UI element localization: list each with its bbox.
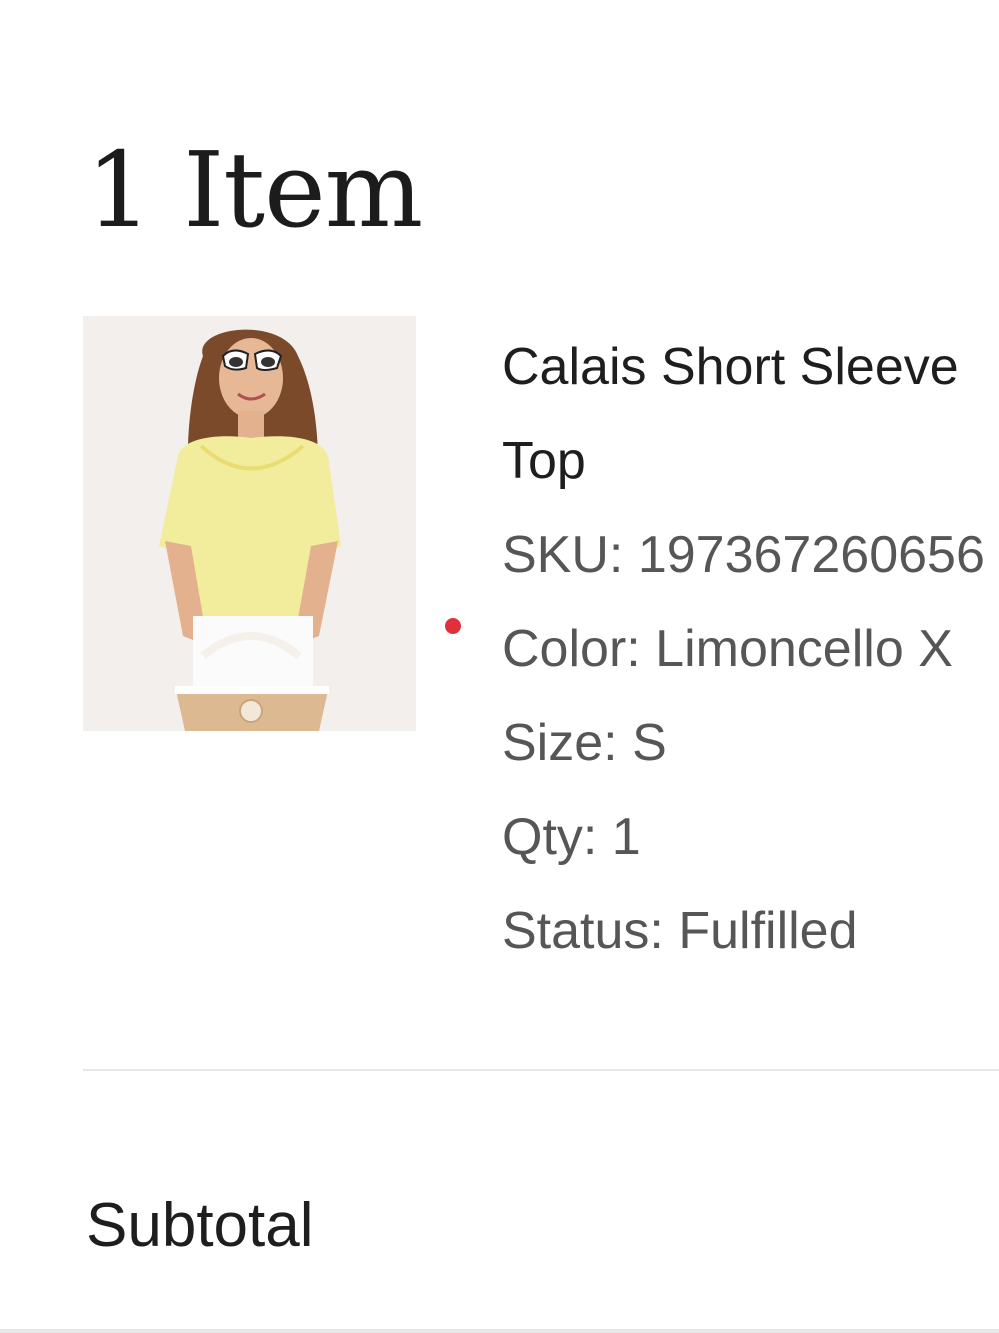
color-label: Color: (502, 620, 641, 678)
product-image[interactable] (83, 316, 416, 731)
order-item: Calais Short Sleeve Top SKU: 19736726065… (0, 0, 999, 1000)
status-value: Fulfilled (678, 902, 858, 960)
color-line: Color: Limoncello X (502, 602, 999, 696)
size-line: Size: S (502, 696, 999, 790)
sku-label: SKU: (502, 526, 624, 584)
sku-line: SKU: 197367260656 (502, 508, 999, 602)
color-value: Limoncello X (655, 620, 953, 678)
size-value: S (632, 714, 667, 772)
qty-line: Qty: 1 (502, 790, 999, 884)
qty-label: Qty: (502, 808, 598, 866)
section-divider (83, 1069, 999, 1071)
size-label: Size: (502, 714, 618, 772)
status-label: Status: (502, 902, 664, 960)
status-line: Status: Fulfilled (502, 884, 999, 978)
subtotal-label: Subtotal (86, 1191, 314, 1260)
sku-value: 197367260656 (637, 526, 985, 584)
qty-value: 1 (611, 808, 641, 866)
product-name[interactable]: Calais Short Sleeve Top (502, 320, 999, 508)
item-details: Calais Short Sleeve Top SKU: 19736726065… (502, 320, 999, 978)
bottom-divider (0, 1329, 999, 1333)
status-indicator-dot (445, 618, 461, 634)
product-photo-illustration (83, 316, 416, 731)
